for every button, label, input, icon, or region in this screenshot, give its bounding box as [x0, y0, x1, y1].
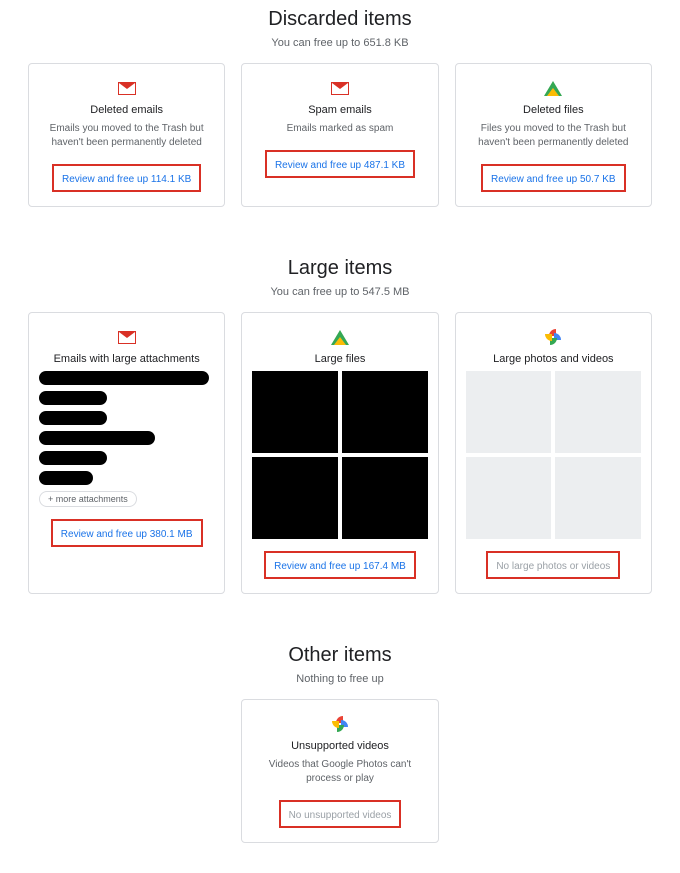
card-unsupported-videos: Unsupported videos Videos that Google Ph…	[241, 699, 439, 843]
attachment-chip[interactable]	[39, 451, 107, 465]
card-description: Emails you moved to the Trash but haven'…	[39, 122, 214, 150]
section-subtitle: You can free up to 547.5 MB	[28, 286, 652, 298]
more-attachments-chip[interactable]: + more attachments	[39, 491, 137, 507]
attachment-chip[interactable]	[39, 391, 107, 405]
highlight-box: No large photos or videos	[486, 551, 620, 579]
photos-icon	[545, 329, 561, 345]
highlight-box: Review and free up 50.7 KB	[481, 164, 626, 192]
photo-thumbnail-placeholder	[555, 371, 641, 453]
file-thumbnail-grid	[252, 371, 427, 539]
card-title: Large files	[315, 353, 366, 365]
review-deleted-files-link[interactable]: Review and free up 50.7 KB	[491, 174, 616, 185]
highlight-box: No unsupported videos	[279, 800, 402, 828]
section-subtitle: Nothing to free up	[28, 673, 652, 685]
section-title: Discarded items	[28, 8, 652, 31]
highlight-box: Review and free up 380.1 MB	[51, 519, 203, 547]
card-description: Emails marked as spam	[287, 122, 394, 136]
section-title: Large items	[28, 257, 652, 280]
attachment-chip[interactable]	[39, 471, 93, 485]
card-title: Deleted files	[523, 104, 584, 116]
card-description: Files you moved to the Trash but haven't…	[466, 122, 641, 150]
photo-thumbnail-grid	[466, 371, 641, 539]
section-other: Other items Nothing to free up Unsupport…	[28, 644, 652, 843]
gmail-icon	[118, 331, 136, 344]
attachment-chip[interactable]	[39, 431, 155, 445]
file-thumbnail[interactable]	[252, 457, 338, 539]
photo-thumbnail-placeholder	[555, 457, 641, 539]
gmail-icon	[118, 82, 136, 95]
photos-icon	[332, 716, 348, 732]
card-title: Large photos and videos	[493, 353, 613, 365]
review-spam-emails-link[interactable]: Review and free up 487.1 KB	[275, 160, 405, 171]
drive-icon	[544, 81, 562, 96]
card-title: Unsupported videos	[291, 740, 389, 752]
section-title: Other items	[28, 644, 652, 667]
gmail-icon	[331, 82, 349, 95]
attachment-chip[interactable]	[39, 411, 107, 425]
highlight-box: Review and free up 114.1 KB	[52, 164, 201, 192]
no-large-photos-label: No large photos or videos	[496, 561, 610, 572]
review-large-files-link[interactable]: Review and free up 167.4 MB	[274, 561, 406, 572]
card-deleted-emails: Deleted emails Emails you moved to the T…	[28, 63, 225, 207]
section-subtitle: You can free up to 651.8 KB	[28, 37, 652, 49]
file-thumbnail[interactable]	[342, 457, 428, 539]
section-discarded: Discarded items You can free up to 651.8…	[28, 8, 652, 207]
card-description: Videos that Google Photos can't process …	[252, 758, 428, 786]
drive-icon	[331, 330, 349, 345]
card-spam-emails: Spam emails Emails marked as spam Review…	[241, 63, 438, 207]
attachment-chip[interactable]	[39, 371, 209, 385]
card-title: Spam emails	[308, 104, 372, 116]
review-deleted-emails-link[interactable]: Review and free up 114.1 KB	[62, 174, 191, 185]
no-unsupported-videos-label: No unsupported videos	[289, 810, 392, 821]
section-large: Large items You can free up to 547.5 MB …	[28, 257, 652, 594]
card-title: Deleted emails	[90, 104, 163, 116]
photo-thumbnail-placeholder	[466, 457, 552, 539]
photo-thumbnail-placeholder	[466, 371, 552, 453]
card-title: Emails with large attachments	[54, 353, 200, 365]
card-large-attachments: Emails with large attachments + more att…	[28, 312, 225, 594]
attachment-list: + more attachments	[39, 371, 214, 507]
file-thumbnail[interactable]	[252, 371, 338, 453]
highlight-box: Review and free up 487.1 KB	[265, 150, 415, 178]
card-deleted-files: Deleted files Files you moved to the Tra…	[455, 63, 652, 207]
card-large-photos: Large photos and videos No large photos …	[455, 312, 652, 594]
review-large-attachments-link[interactable]: Review and free up 380.1 MB	[61, 529, 193, 540]
file-thumbnail[interactable]	[342, 371, 428, 453]
card-large-files: Large files Review and free up 167.4 MB	[241, 312, 438, 594]
highlight-box: Review and free up 167.4 MB	[264, 551, 416, 579]
